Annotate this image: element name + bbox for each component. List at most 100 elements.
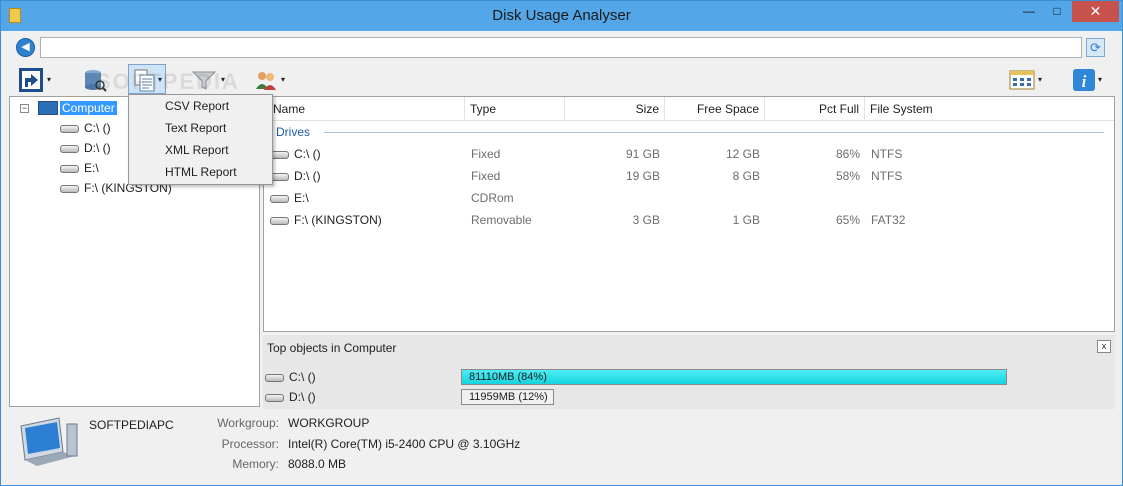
top-objects-panel: Top objects in Computer x C:\ () 81110MB… [263,335,1115,409]
refresh-icon[interactable]: ⟳ [1086,38,1105,57]
cell-free-space [665,187,760,209]
column-header-type[interactable]: Type [465,97,565,121]
workgroup-value: WORKGROUP [288,416,370,430]
computer-icon [38,101,58,115]
close-button[interactable]: ✕ [1072,1,1119,22]
drive-icon [60,164,79,173]
cell-pct-full: 58% [835,169,860,183]
cell-pct-full: 65% [835,213,860,227]
cell-file-system [871,187,981,209]
tree-item-drive[interactable]: E:\ [60,159,99,177]
dropdown-arrow-icon: ▾ [1038,75,1043,84]
svg-text:i: i [1082,72,1087,91]
table-row[interactable]: E:\ CDRom [264,187,1114,209]
memory-value: 8088.0 MB [288,457,347,471]
tree-collapse-icon[interactable]: − [20,104,29,113]
top-object-row[interactable]: C:\ () 81110MB (84%) [263,367,1115,387]
cell-free-space: 1 GB [732,213,760,227]
memory-label: Memory: [232,457,279,471]
drive-icon [270,194,289,203]
tree-item-label: Computer [60,101,117,115]
cell-file-system: NTFS [871,169,903,183]
menu-item-text-report[interactable]: Text Report [130,117,271,139]
workgroup-label: Workgroup: [217,416,279,430]
back-arrow-icon[interactable]: ◀ [16,38,35,57]
column-header-free-space[interactable]: Free Space [665,97,765,121]
column-header-pct-full[interactable]: Pct Full [765,97,865,121]
cell-pct-full [765,187,860,209]
title-bar[interactable]: Disk Usage Analyser — □ ✕ [1,1,1122,31]
dropdown-arrow-icon: ▾ [1098,75,1103,84]
usage-bar-text: 11959MB (12%) [469,391,548,403]
drive-list: Name Type Size Free Space Pct Full File … [263,96,1115,332]
address-input[interactable] [40,37,1082,58]
view-button[interactable]: ▾ [1009,65,1045,95]
processor-value: Intel(R) Core(TM) i5-2400 CPU @ 3.10GHz [288,437,521,451]
maximize-button[interactable]: □ [1045,1,1069,22]
drive-icon [60,144,79,153]
cell-size: 3 GB [632,213,660,227]
dropdown-arrow-icon: ▾ [281,75,286,84]
usage-bar: 81110MB (84%) [461,369,1007,385]
menu-item-csv-report[interactable]: CSV Report [130,95,271,117]
column-header-file-system[interactable]: File System [865,97,985,121]
top-object-name: C:\ () [289,370,316,384]
open-folder-icon [19,68,43,92]
usage-bar: 11959MB (12%) [461,389,554,405]
info-button[interactable]: i ▾ [1071,65,1107,95]
menu-item-html-report[interactable]: HTML Report [130,161,271,183]
table-row[interactable]: F:\ (KINGSTON) Removable 3 GB 1 GB 65% F… [264,209,1114,231]
table-row[interactable]: D:\ () Fixed 19 GB 8 GB 58% NTFS [264,165,1114,187]
minimize-button[interactable]: — [1017,1,1041,22]
cell-name: E:\ [294,191,309,205]
cell-type: CDRom [471,191,514,205]
drive-icon [60,184,79,193]
report-dropdown-menu: CSV Report Text Report XML Report HTML R… [128,94,273,185]
tree-item-label: E:\ [84,161,99,175]
cell-name: D:\ () [294,169,321,183]
usage-bar-text: 81110MB (84%) [469,371,547,383]
info-icon: i [1073,69,1095,91]
system-info-panel: SOFTPEDIAPC Workgroup: WORKGROUP Process… [9,410,1115,482]
cell-size: 19 GB [625,169,660,183]
tree-item-computer[interactable]: Computer [60,99,117,117]
window-title: Disk Usage Analyser [492,7,631,24]
tree-item-drive[interactable]: C:\ () [60,119,111,137]
tree-item-label: C:\ () [84,121,111,135]
tree-item-label: D:\ () [84,141,111,155]
group-divider [324,132,1104,133]
tree-item-drive[interactable]: D:\ () [60,139,111,157]
column-header-size[interactable]: Size [565,97,665,121]
menu-item-xml-report[interactable]: XML Report [130,139,271,161]
drive-icon [60,124,79,133]
cell-name: C:\ () [294,147,321,161]
open-button[interactable]: ▾ [18,65,54,95]
cell-file-system: NTFS [871,147,903,161]
drive-icon [265,373,284,382]
cell-file-system: FAT32 [871,213,906,227]
address-bar: ◀ ⟳ [16,37,1106,59]
panel-close-icon[interactable]: x [1097,340,1111,353]
computer-name: SOFTPEDIAPC [89,418,174,432]
cell-type: Removable [471,213,532,227]
table-row[interactable]: C:\ () Fixed 91 GB 12 GB 86% NTFS [264,143,1114,165]
processor-label: Processor: [221,437,279,451]
dropdown-arrow-icon: ▾ [47,75,52,84]
watermark: SOFTPEDIA [96,69,240,94]
top-objects-title: Top objects in Computer [267,341,397,355]
drive-icon [270,216,289,225]
cell-size: 91 GB [625,147,660,161]
cell-name: F:\ (KINGSTON) [294,213,382,227]
users-icon [256,72,276,90]
top-object-row[interactable]: D:\ () 11959MB (12%) [263,387,1115,407]
view-layout-icon [1009,70,1035,90]
top-object-name: D:\ () [289,390,316,404]
column-header-name[interactable]: Name [268,97,465,121]
list-header: Name Type Size Free Space Pct Full File … [264,97,1114,121]
app-window: Disk Usage Analyser — □ ✕ ◀ ⟳ ▾ ▾ ▾ ▾ ▾ … [0,0,1123,486]
cell-free-space: 8 GB [732,169,760,183]
group-header[interactable]: Drives [276,125,310,139]
cell-pct-full: 86% [835,147,860,161]
computer-monitor-icon [20,417,78,466]
users-button[interactable]: ▾ [253,65,291,95]
